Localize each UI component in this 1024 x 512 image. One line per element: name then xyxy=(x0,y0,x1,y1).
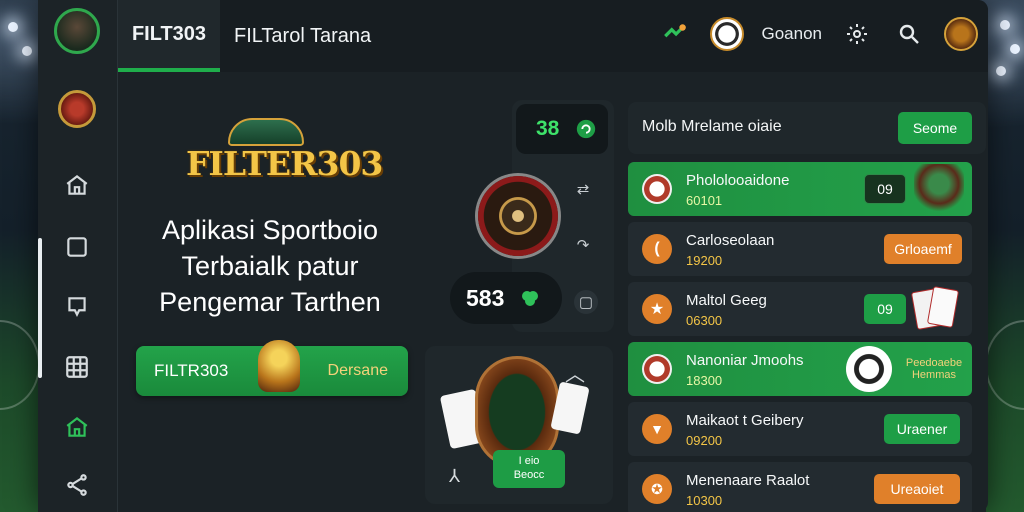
home-icon[interactable] xyxy=(62,170,92,200)
hero-cta-label: FILTR303 xyxy=(154,361,229,380)
soccer-ball-icon xyxy=(846,346,892,392)
list-item-action[interactable]: 09 xyxy=(864,294,906,324)
list-item-action[interactable]: Peedoaebe Hemmas xyxy=(902,350,966,388)
list-item-action[interactable]: Uraener xyxy=(884,414,960,444)
corner-icon: ⅄ xyxy=(449,466,460,486)
list-item-name: Maikaot t Geibery xyxy=(686,412,804,429)
list-item[interactable]: ( Carloseolaan 19200 Grloaemf xyxy=(628,222,972,276)
user-label[interactable]: Goanon xyxy=(762,24,823,44)
search-icon[interactable] xyxy=(892,17,926,51)
ball-icon xyxy=(642,354,672,384)
mascot-icon xyxy=(258,340,300,392)
list-item[interactable]: ✪ Menenaare Raalot 10300 Ureaoiet xyxy=(628,462,972,512)
home-outline-icon[interactable] xyxy=(62,412,92,442)
scrollbar[interactable] xyxy=(38,238,42,378)
logo-text: FILTER303 xyxy=(186,144,383,183)
chat-icon[interactable] xyxy=(62,292,92,322)
tab-filtarol[interactable]: FILTarol Tarana xyxy=(234,0,371,72)
hero-title-line2: Terbaialk patur xyxy=(181,251,359,281)
redo-icon[interactable]: ↷ xyxy=(572,234,594,256)
shield-icon: ▼ xyxy=(642,414,672,444)
ball-icon xyxy=(642,174,672,204)
club-badge-icon[interactable] xyxy=(58,90,96,128)
pitch-line-left xyxy=(0,320,40,410)
profile-badge-icon[interactable] xyxy=(944,17,978,51)
right-header-button[interactable]: Seome xyxy=(898,112,972,144)
star-icon: ★ xyxy=(642,294,672,324)
list-item-action[interactable]: 09 xyxy=(864,174,906,204)
list-item-value: 18300 xyxy=(686,373,723,388)
logo-crest-icon xyxy=(228,118,304,146)
score-value-2: 583 xyxy=(466,284,505,311)
score-pill[interactable]: 38 xyxy=(516,104,608,154)
list-item[interactable]: Nanoniar Jmoohs 18300 Peedoaebe Hemmas xyxy=(628,342,972,396)
grid-icon[interactable] xyxy=(62,352,92,382)
refresh-icon[interactable] xyxy=(575,118,597,140)
gear-icon[interactable] xyxy=(840,17,874,51)
list-item[interactable]: ★ Maltol Geeg 06300 09 xyxy=(628,282,972,336)
hero-title: Aplikasi Sportboio Terbaialk patur Penge… xyxy=(130,212,410,320)
list-item[interactable]: Phololooaidone 60101 09 xyxy=(628,162,972,216)
list-item-value: 19200 xyxy=(686,253,723,268)
list-item-value: 10300 xyxy=(686,493,723,508)
toggle-icon[interactable]: ▢ xyxy=(574,290,598,314)
hero-title-line1: Aplikasi Sportboio xyxy=(161,215,379,245)
top-bar: FILT303 FILTarol Tarana Goanon xyxy=(118,0,988,72)
chevron-up-icon[interactable]: ︿ xyxy=(565,358,585,387)
swap-icon[interactable]: ⇄ xyxy=(572,178,594,200)
sidebar xyxy=(38,0,118,512)
controller-icon[interactable] xyxy=(658,17,692,51)
game-chip-line1: I eio xyxy=(518,455,540,467)
list-item-value: 60101 xyxy=(686,193,723,208)
clover-icon xyxy=(522,291,539,306)
avatar[interactable] xyxy=(54,8,100,54)
list-item-name: Phololooaidone xyxy=(686,172,790,189)
list-item-name: Nanoniar Jmoohs xyxy=(686,352,804,369)
score-value: 38 xyxy=(536,117,560,140)
right-header: Molb Mrelame oiaie Seome xyxy=(628,102,986,154)
pitch-line-right xyxy=(985,320,1024,410)
top-actions: Goanon xyxy=(658,14,978,54)
mascot-art-icon xyxy=(914,164,964,214)
list-item-value: 09200 xyxy=(686,433,723,448)
soccer-ball-icon[interactable] xyxy=(709,17,744,51)
square-icon[interactable] xyxy=(62,232,92,262)
share-icon[interactable] xyxy=(62,470,92,500)
casino-game-card[interactable]: ︿ ⅄ I eio Beocc xyxy=(425,346,613,504)
right-header-title: Molb Mrelame oiaie xyxy=(642,118,782,135)
list-item-value: 06300 xyxy=(686,313,723,328)
roulette-wheel-icon xyxy=(478,176,558,256)
score-pill-2[interactable]: 583 xyxy=(450,272,562,324)
hero-cta-secondary: Dersane xyxy=(327,362,388,379)
hero-title-line3: Pengemar Tarthen xyxy=(159,287,381,317)
list-item-action[interactable]: Ureaoiet xyxy=(874,474,960,504)
tab-filt303[interactable]: FILT303 xyxy=(118,0,220,72)
list-item[interactable]: ▼ Maikaot t Geibery 09200 Uraener xyxy=(628,402,972,456)
list-item-name: Carloseolaan xyxy=(686,232,775,249)
crest-icon: ✪ xyxy=(642,474,672,504)
list-item-name: Maltol Geeg xyxy=(686,292,767,309)
list-item-name: Menenaare Raalot xyxy=(686,472,810,489)
coin-icon: ( xyxy=(642,234,672,264)
brand-logo: FILTER303 xyxy=(186,110,383,196)
game-chip[interactable]: I eio Beocc xyxy=(493,450,565,488)
playing-cards-icon xyxy=(910,284,960,334)
list-item-action[interactable]: Grloaemf xyxy=(884,234,962,264)
game-chip-line2: Beocc xyxy=(513,469,545,481)
hero-cta-button[interactable]: FILTR303 Dersane xyxy=(136,340,408,396)
